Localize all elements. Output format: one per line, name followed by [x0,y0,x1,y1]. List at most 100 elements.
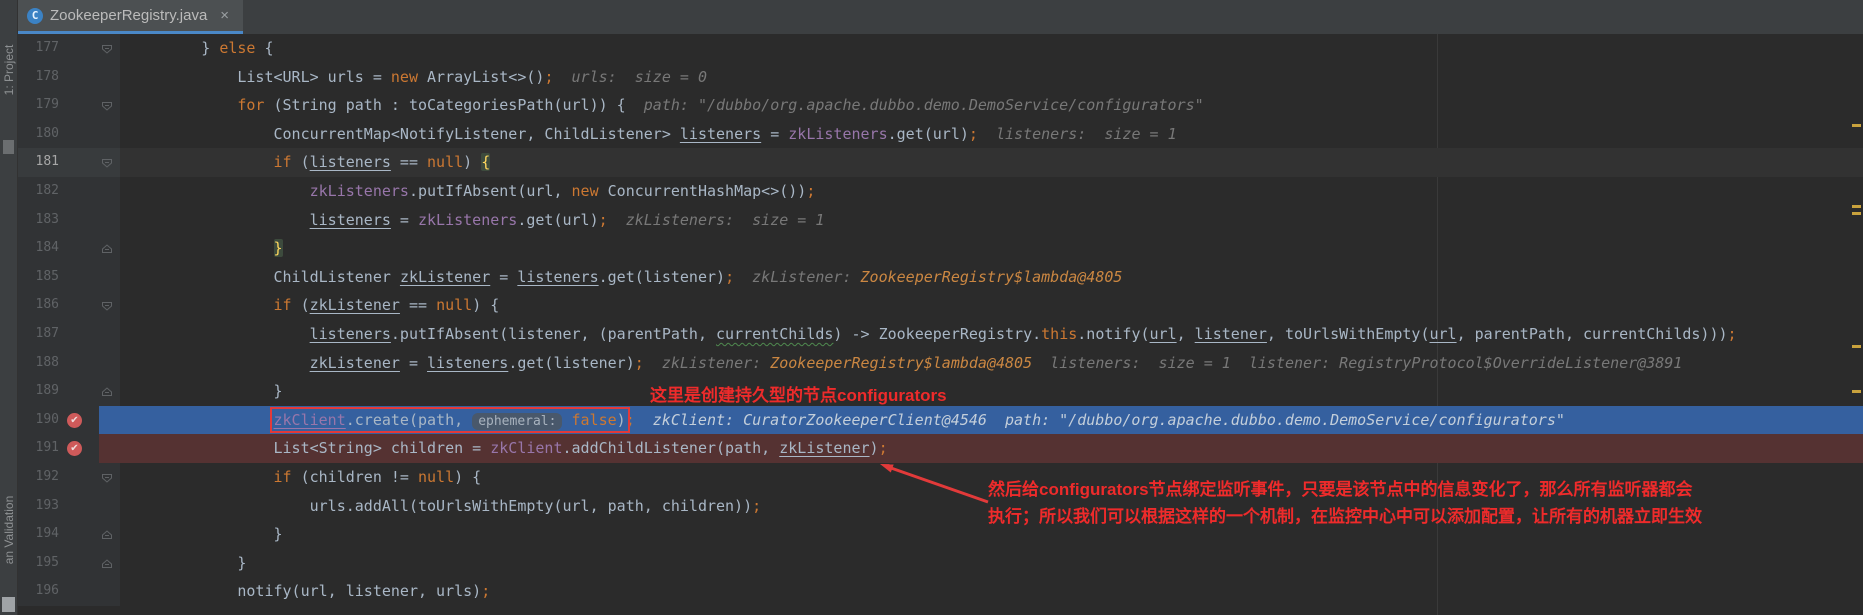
gutter[interactable]: 193 [17,492,120,521]
code-line-194[interactable]: 194 } [17,520,1863,549]
gutter[interactable]: 189 [17,377,120,406]
fold-marker-icon[interactable] [101,557,113,569]
code-text[interactable]: List<URL> urls = new ArrayList<>(); urls… [120,63,1863,92]
code-line-196[interactable]: 196 notify(url, listener, urls); [17,577,1863,606]
code-text[interactable]: notify(url, listener, urls); [120,577,1863,606]
code-line-180[interactable]: 180 ConcurrentMap<NotifyListener, ChildL… [17,120,1863,149]
code-token: urls.addAll(toUrlsWithEmpty(url, path, c… [129,497,752,515]
gutter[interactable]: 186 [17,291,120,320]
code-line-189[interactable]: 189 } [17,377,1863,406]
gutter[interactable]: 179 [17,91,120,120]
line-number: 187 [17,320,59,349]
gutter[interactable]: 185 [17,263,120,292]
code-text[interactable]: ChildListener zkListener = listeners.get… [120,263,1863,292]
fold-marker-icon[interactable] [101,385,113,397]
code-line-190[interactable]: 190✔ zkClient.create(path, ephemeral: fa… [17,406,1863,435]
code-text[interactable]: ConcurrentMap<NotifyListener, ChildListe… [120,120,1863,149]
breakpoint-icon[interactable]: ✔ [67,441,82,456]
code-token: .notify( [1077,325,1149,343]
code-token: , parentPath, currentChilds))) [1457,325,1728,343]
code-text[interactable]: if (zkListener == null) { [120,291,1863,320]
code-text[interactable]: if (listeners == null) { [120,148,1863,177]
fold-marker-icon[interactable] [101,156,113,168]
fold-marker-icon[interactable] [101,299,113,311]
code-token: false [572,411,617,429]
code-token: this [1041,325,1077,343]
line-number: 192 [17,463,59,492]
code-line-192[interactable]: 192 if (children != null) { [17,463,1863,492]
line-number: 182 [17,177,59,206]
gutter[interactable]: 188 [17,349,120,378]
gutter[interactable]: 182 [17,177,120,206]
code-text[interactable]: listeners.putIfAbsent(listener, (parentP… [120,320,1863,349]
breakpoint-icon[interactable]: ✔ [67,413,82,428]
fold-marker-icon[interactable] [101,99,113,111]
gutter[interactable]: 192 [17,463,120,492]
code-line-187[interactable]: 187 listeners.putIfAbsent(listener, (par… [17,320,1863,349]
code-text[interactable]: zkListener = listeners.get(listener); zk… [120,349,1863,378]
code-line-182[interactable]: 182 zkListeners.putIfAbsent(url, new Con… [17,177,1863,206]
code-token: if [274,468,292,486]
line-number: 186 [17,291,59,320]
code-text[interactable]: } else { [120,34,1863,63]
code-token: ) -> ZookeeperRegistry. [833,325,1041,343]
code-token: List<String> children = [129,439,490,457]
tab-close-icon[interactable]: × [220,7,229,24]
fold-marker-icon[interactable] [101,42,113,54]
code-line-178[interactable]: 178 List<URL> urls = new ArrayList<>(); … [17,63,1863,92]
code-text[interactable]: } [120,377,1863,406]
code-line-185[interactable]: 185 ChildListener zkListener = listeners… [17,263,1863,292]
gutter[interactable]: 195 [17,549,120,578]
fold-marker-icon[interactable] [101,242,113,254]
code-token: listeners [427,354,508,372]
gutter[interactable]: 191✔ [17,434,120,463]
code-text[interactable]: } [120,520,1863,549]
code-text[interactable]: zkClient.create(path, ephemeral: false);… [120,406,1863,435]
code-line-191[interactable]: 191✔ List<String> children = zkClient.ad… [17,434,1863,463]
code-line-195[interactable]: 195 } [17,549,1863,578]
gutter[interactable]: 184 [17,234,120,263]
code-text[interactable]: listeners = zkListeners.get(url); zkList… [120,206,1863,235]
code-token: urls: size = 0 [553,68,707,86]
code-text[interactable]: zkListeners.putIfAbsent(url, new Concurr… [120,177,1863,206]
code-line-193[interactable]: 193 urls.addAll(toUrlsWithEmpty(url, pat… [17,492,1863,521]
code-token: zkClient [274,411,346,429]
gutter[interactable]: 187 [17,320,120,349]
code-line-188[interactable]: 188 zkListener = listeners.get(listener)… [17,349,1863,378]
code-text[interactable]: urls.addAll(toUrlsWithEmpty(url, path, c… [120,492,1863,521]
code-token: } [129,382,283,400]
parameter-hint-chip: ephemeral: [472,413,562,430]
code-token: (children != [292,468,418,486]
gutter[interactable]: 180 [17,120,120,149]
code-editor[interactable]: 177 } else {178 List<URL> urls = new Arr… [17,34,1863,615]
gutter[interactable]: 181 [17,148,120,177]
code-line-177[interactable]: 177 } else { [17,34,1863,63]
code-text[interactable]: if (children != null) { [120,463,1863,492]
gutter[interactable]: 190✔ [17,406,120,435]
fold-marker-icon[interactable] [101,528,113,540]
stripe-button-project[interactable]: 1: Project [1,29,17,111]
code-text[interactable]: for (String path : toCategoriesPath(url)… [120,91,1863,120]
code-token: ; [1728,325,1737,343]
gutter[interactable]: 196 [17,577,120,606]
code-line-184[interactable]: 184 } [17,234,1863,263]
code-text[interactable]: List<String> children = zkClient.addChil… [120,434,1863,463]
gutter[interactable]: 177 [17,34,120,63]
editor-tab-zookeeperregistry[interactable]: C ZookeeperRegistry.java × [17,0,243,34]
code-token: listeners [310,325,391,343]
code-text[interactable]: } [120,234,1863,263]
code-line-179[interactable]: 179 for (String path : toCategoriesPath(… [17,91,1863,120]
fold-marker-icon[interactable] [101,471,113,483]
gutter[interactable]: 194 [17,520,120,549]
gutter[interactable]: 178 [17,63,120,92]
gutter[interactable]: 183 [17,206,120,235]
code-token: } [274,239,283,257]
code-line-186[interactable]: 186 if (zkListener == null) { [17,291,1863,320]
code-token: notify(url, listener, urls) [129,582,481,600]
stripe-button-validation[interactable]: an Validation [1,481,17,579]
code-line-181[interactable]: 181 if (listeners == null) { [17,148,1863,177]
code-token: zkClient [490,439,562,457]
line-number: 178 [17,63,59,92]
code-line-183[interactable]: 183 listeners = zkListeners.get(url); zk… [17,206,1863,235]
code-text[interactable]: } [120,549,1863,578]
